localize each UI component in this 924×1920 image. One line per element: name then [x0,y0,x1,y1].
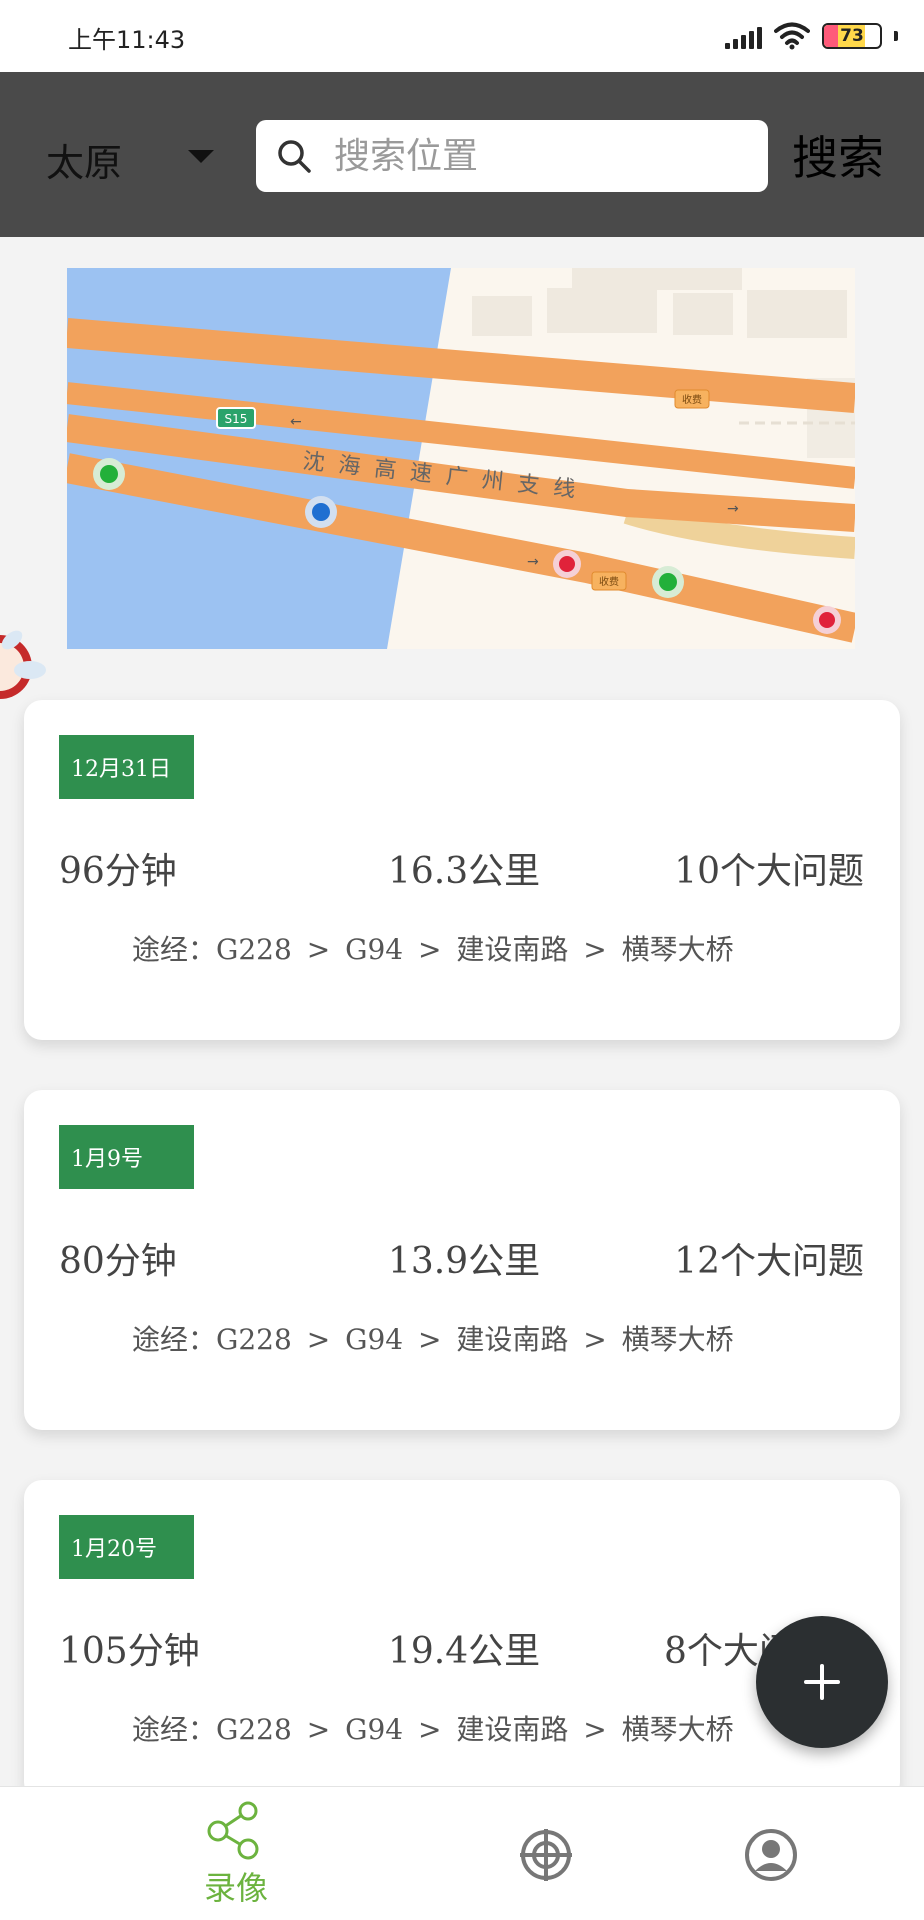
trip-issues: 12个大问题 [674,1241,864,1282]
trip-distance: 13.9公里 [388,1241,541,1282]
status-time: 上午11:43 [68,26,186,54]
map-marker-issue[interactable] [813,606,841,634]
search-box[interactable] [256,120,768,192]
trip-card[interactable]: 12月31日 96分钟 16.3公里 10个大问题 途经：G228 > G94 … [24,700,900,1040]
nav-item-record[interactable]: 录像 [174,1801,294,1911]
signal-icon [725,23,762,49]
battery-tip [894,31,898,41]
map-toll-label: 收费 [599,575,619,588]
svg-text:→: → [527,554,539,570]
plus-icon [804,1664,840,1700]
trip-issues: 10个大问题 [674,851,864,892]
nav-item-label: 录像 [204,1869,269,1907]
nav-item-profile[interactable] [711,1801,831,1911]
add-button[interactable] [756,1616,888,1748]
trip-card[interactable]: 1月20号 105分钟 19.4公里 8个大问题 途经：G228 > G94 >… [24,1480,900,1800]
battery-level: 73 [840,26,864,46]
share-nodes-icon [207,1801,259,1860]
status-bar: 上午11:43 73 [0,0,924,72]
trip-duration: 105分钟 [59,1631,200,1672]
map-shield-label: S15 [225,412,248,426]
map-marker-start[interactable] [652,566,684,598]
trip-route: 途经：G228 > G94 > 建设南路 > 横琴大桥 [132,1713,734,1746]
trip-date-badge: 12月31日 [59,735,194,799]
map-canvas: S15 收费 收费 沈海高速广州支线 ← → → [67,268,855,649]
trip-distance: 16.3公里 [388,851,541,892]
map-marker-start[interactable] [93,458,125,490]
svg-text:→: → [727,501,739,517]
map-marker-current[interactable] [305,496,337,528]
wifi-icon [774,22,810,50]
nav-item-explore[interactable] [486,1801,606,1911]
battery-icon: 73 [822,23,882,49]
trip-date-badge: 1月9号 [59,1125,194,1189]
trip-duration: 96分钟 [59,851,177,892]
route-map[interactable]: S15 收费 收费 沈海高速广州支线 ← → → [67,268,855,649]
trip-duration: 80分钟 [59,1241,177,1282]
trip-card[interactable]: 1月9号 80分钟 13.9公里 12个大问题 途经：G228 > G94 > … [24,1090,900,1430]
trip-distance: 19.4公里 [388,1631,541,1672]
status-icons: 73 [725,18,898,54]
top-bar: 太原 搜索 [0,72,924,237]
map-toll-label: 收费 [682,393,702,406]
map-marker-issue[interactable] [553,550,581,578]
chevron-down-icon[interactable] [188,150,214,163]
search-button[interactable]: 搜索 [792,122,884,188]
bottom-nav: 录像 [0,1786,924,1920]
crosshair-icon [520,1829,572,1881]
user-icon [745,1829,797,1881]
svg-text:←: ← [290,414,302,430]
search-icon [278,140,311,173]
trip-route: 途经：G228 > G94 > 建设南路 > 横琴大桥 [132,933,734,966]
search-input[interactable] [334,132,744,180]
trip-date-badge: 1月20号 [59,1515,194,1579]
city-selector[interactable]: 太原 [46,132,122,187]
trip-route: 途经：G228 > G94 > 建设南路 > 横琴大桥 [132,1323,734,1356]
